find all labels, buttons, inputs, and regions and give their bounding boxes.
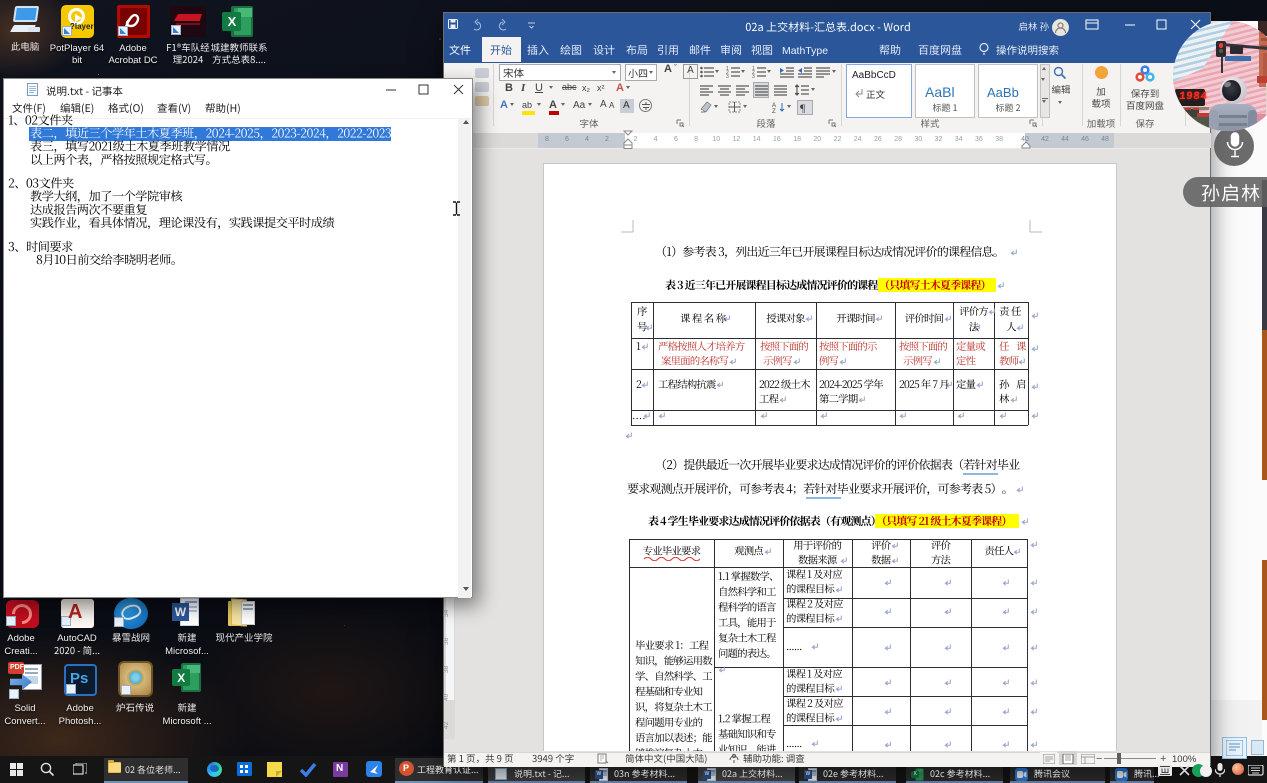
svg-text:3: 3 [752, 74, 755, 78]
svg-text:Z: Z [772, 109, 776, 113]
svg-text:¶: ¶ [800, 101, 806, 113]
svg-text:3: 3 [726, 74, 729, 78]
